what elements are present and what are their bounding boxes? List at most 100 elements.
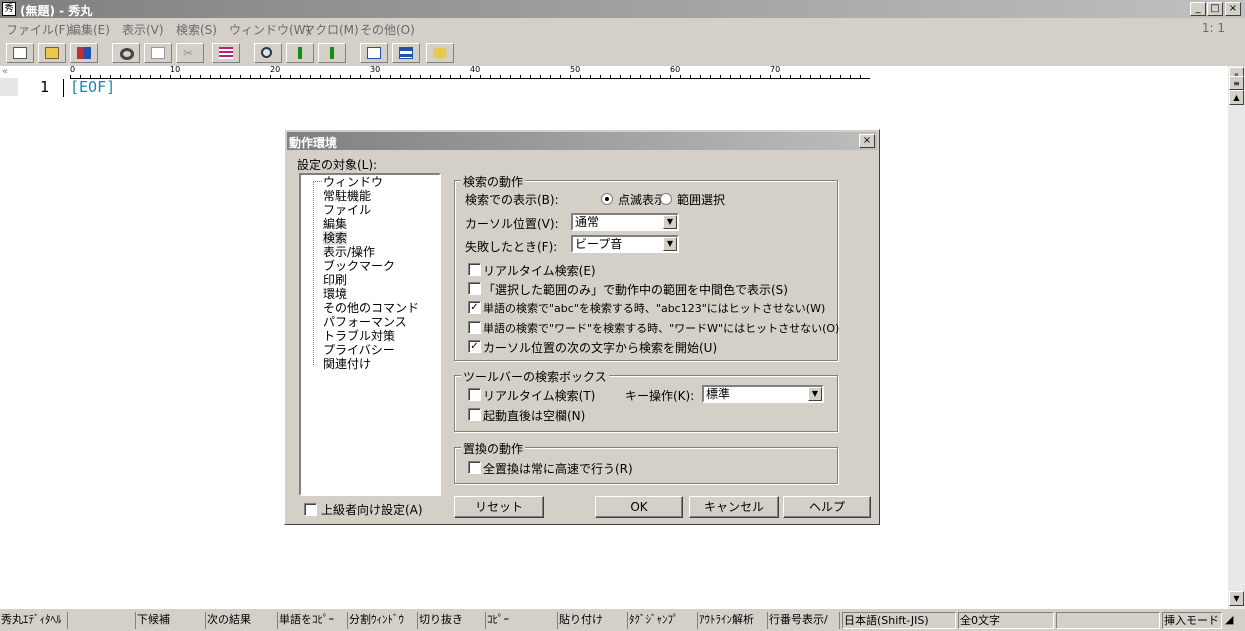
tree-item-search[interactable]: 検索 (323, 231, 348, 245)
scroll-down-icon[interactable]: ▼ (1229, 591, 1244, 606)
copy-icon[interactable] (144, 43, 172, 63)
checkbox-advanced[interactable] (304, 503, 317, 516)
chevron-down-icon[interactable]: ▼ (808, 387, 822, 401)
search-icon[interactable] (254, 43, 282, 63)
help-button[interactable]: ヘルプ (783, 496, 871, 518)
status-macro[interactable]: 秀丸ｴﾃﾞｨﾀﾍﾙ (0, 612, 68, 629)
checkbox-word-kana[interactable] (468, 321, 481, 334)
checkbox-toolbar-realtime-label[interactable]: リアルタイム検索(T) (483, 387, 595, 404)
fail-action-select[interactable]: ビープ音 ▼ (571, 235, 679, 253)
status-outline[interactable]: ｱｳﾄﾗｲﾝ解析 (698, 612, 768, 629)
checkbox-advanced-label[interactable]: 上級者向け設定(A) (321, 501, 423, 518)
checkbox-startup-empty-label[interactable]: 起動直後は空欄(N) (483, 407, 585, 424)
grep-icon[interactable] (360, 43, 388, 63)
status-paste[interactable]: 貼り付け (558, 612, 628, 629)
scroll-up-icon[interactable]: ▲ (1229, 90, 1244, 105)
settings-dialog: 動作環境 × 設定の対象(L): ウィンドウ 常駐機能 ファイル 編集 検索 表… (284, 129, 880, 525)
tree-item-bookmark[interactable]: ブックマーク (323, 259, 395, 273)
tree-item-window[interactable]: ウィンドウ (323, 175, 383, 189)
checkbox-word-kana-label[interactable]: 単語の検索で"ワード"を検索する時、"ワードW"にはヒットさせない(O) (483, 320, 839, 336)
status-insert-mode[interactable]: 挿入モード (1162, 612, 1222, 629)
menu-view[interactable]: 表示(V) (122, 21, 164, 38)
menu-search[interactable]: 検索(S) (176, 21, 217, 38)
replace-behavior-group: 置換の動作 全置換は常に高速で行う(R) (454, 440, 838, 484)
split-icon[interactable]: ≡ (1229, 76, 1244, 90)
new-file-icon[interactable] (6, 43, 34, 63)
cut-icon[interactable]: ✂ (176, 43, 204, 63)
tree-item-performance[interactable]: パフォーマンス (323, 315, 407, 329)
cancel-button[interactable]: キャンセル (689, 496, 779, 518)
menu-edit[interactable]: 編集(E) (69, 21, 110, 38)
ok-button[interactable]: OK (595, 496, 683, 518)
radio-blink[interactable] (601, 193, 613, 205)
minimize-button[interactable]: _ (1190, 2, 1206, 16)
status-tag-jump[interactable]: ﾀｸﾞｼﾞｬﾝﾌﾟ (628, 612, 698, 629)
key-operation-value: 標準 (706, 387, 731, 401)
radio-range-label[interactable]: 範囲選択 (677, 191, 725, 208)
status-copy-word[interactable]: 単語をｺﾋﾟｰ (278, 612, 348, 629)
fail-action-value: ビープ音 (575, 237, 623, 251)
checkbox-next-char[interactable]: ✓ (468, 340, 481, 353)
line-separator (63, 79, 64, 97)
checkbox-selection-only[interactable] (468, 282, 481, 295)
settings-tree[interactable]: ウィンドウ 常駐機能 ファイル 編集 検索 表示/操作 ブックマーク 印刷 環境… (299, 173, 441, 496)
menu-other[interactable]: その他(O) (360, 21, 415, 38)
tree-item-print[interactable]: 印刷 (323, 273, 347, 287)
group-title: 検索の動作 (461, 173, 526, 190)
checkbox-realtime[interactable] (468, 263, 481, 276)
window-split-icon[interactable] (392, 43, 420, 63)
paste-icon[interactable] (212, 43, 240, 63)
tree-item-resident[interactable]: 常駐機能 (323, 189, 371, 203)
gutter-mark: « (2, 66, 9, 77)
chevron-down-icon[interactable]: ▼ (663, 215, 677, 229)
chevron-down-icon[interactable]: ▼ (663, 237, 677, 251)
checkbox-replace-fast-label[interactable]: 全置換は常に高速で行う(R) (483, 460, 633, 477)
search-down-icon[interactable] (286, 43, 314, 63)
maximize-button[interactable]: □ (1207, 2, 1223, 16)
checkbox-toolbar-realtime[interactable] (468, 388, 481, 401)
radio-range[interactable] (660, 193, 672, 205)
status-copy[interactable]: ｺﾋﾟｰ (486, 612, 558, 629)
checkbox-next-char-label[interactable]: カーソル位置の次の文字から検索を開始(U) (483, 339, 717, 356)
help-icon[interactable] (426, 43, 454, 63)
key-operation-select[interactable]: 標準 ▼ (702, 385, 824, 403)
search-up-icon[interactable] (318, 43, 346, 63)
undo-icon[interactable] (112, 43, 140, 63)
tree-item-privacy[interactable]: プライバシー (323, 343, 395, 357)
editor-icon[interactable]: 秀 (2, 2, 16, 16)
checkbox-word-abc[interactable]: ✓ (468, 301, 481, 314)
menu-macro[interactable]: マクロ(M) (303, 21, 359, 38)
cursor-position-select[interactable]: 通常 ▼ (571, 213, 679, 231)
tree-item-environment[interactable]: 環境 (323, 287, 347, 301)
status-split-window[interactable]: 分割ｳｨﾝﾄﾞｳ (348, 612, 418, 629)
close-button[interactable]: × (1225, 2, 1241, 16)
save-icon[interactable] (70, 43, 98, 63)
menu-window[interactable]: ウィンドウ(W) (229, 21, 310, 38)
radio-blink-label[interactable]: 点滅表示 (618, 191, 666, 208)
checkbox-selection-only-label[interactable]: 「選択した範囲のみ」で動作中の範囲を中間色で表示(S) (483, 281, 788, 298)
vertical-scrollbar[interactable]: « ≡ ▲ ▼ (1228, 66, 1245, 609)
status-line-numbers[interactable]: 行番号表示/ (768, 612, 840, 629)
tree-item-other-commands[interactable]: その他のコマンド (323, 301, 419, 315)
tree-item-edit[interactable]: 編集 (323, 217, 347, 231)
toolbar: ✂ (0, 40, 1245, 66)
status-char-count: 全0文字 (958, 612, 1054, 629)
status-next-candidate[interactable]: 下候補 (136, 612, 206, 629)
checkbox-realtime-label[interactable]: リアルタイム検索(E) (483, 262, 596, 279)
reset-button[interactable]: リセット (454, 496, 544, 518)
tree-item-association[interactable]: 関連付け (323, 357, 371, 371)
status-cut[interactable]: 切り抜き (418, 612, 486, 629)
checkbox-startup-empty[interactable] (468, 408, 481, 421)
tree-item-file[interactable]: ファイル (323, 203, 371, 217)
status-encoding[interactable]: 日本語(Shift-JIS) (842, 612, 956, 629)
tree-item-trouble[interactable]: トラブル対策 (323, 329, 395, 343)
open-folder-icon[interactable] (38, 43, 66, 63)
status-blank[interactable] (68, 612, 136, 629)
status-next-result[interactable]: 次の結果 (206, 612, 278, 629)
tree-item-view[interactable]: 表示/操作 (323, 245, 375, 259)
dialog-close-button[interactable]: × (859, 134, 875, 148)
checkbox-word-abc-label[interactable]: 単語の検索で"abc"を検索する時、"abc123"にはヒットさせない(W) (483, 300, 825, 316)
resize-grip-icon[interactable]: ◢ (1224, 612, 1245, 629)
checkbox-replace-fast[interactable] (468, 461, 481, 474)
menu-file[interactable]: ファイル(F) (6, 21, 70, 38)
